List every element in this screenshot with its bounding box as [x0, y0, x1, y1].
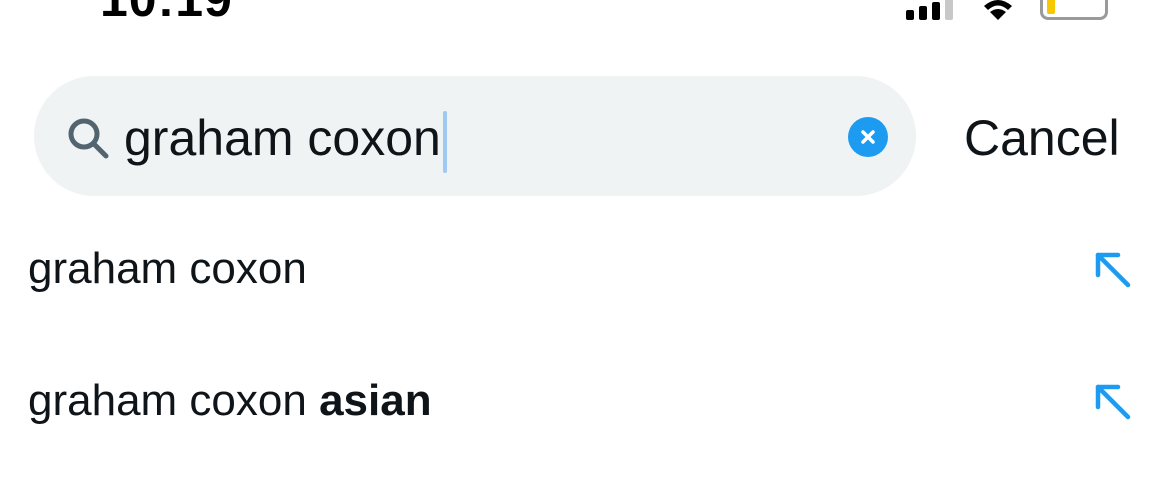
search-input-value: graham coxon	[124, 110, 441, 166]
status-time: 10:19	[100, 0, 233, 24]
search-suggestion[interactable]: graham coxon	[0, 205, 1169, 335]
suggestion-label: graham coxon asian	[28, 369, 432, 433]
arrow-up-left-icon[interactable]	[1092, 249, 1132, 289]
cellular-signal-icon	[906, 0, 953, 20]
search-icon	[68, 118, 109, 159]
search-suggestion[interactable]: graham coxon asian	[0, 337, 1169, 467]
clear-search-button[interactable]	[848, 117, 888, 157]
battery-level	[1047, 0, 1055, 14]
battery-icon	[1040, 0, 1108, 20]
suggestion-suffix: asian	[319, 376, 432, 425]
search-input[interactable]: graham coxon	[124, 104, 447, 173]
wifi-icon	[984, 0, 1012, 20]
suggestion-prefix: graham coxon	[28, 376, 320, 425]
arrow-up-left-icon[interactable]	[1092, 381, 1132, 421]
cancel-button[interactable]: Cancel	[964, 104, 1120, 172]
text-caret	[442, 110, 447, 173]
clear-x-icon	[861, 130, 875, 144]
suggestion-prefix: graham coxon	[28, 244, 307, 293]
suggestion-label: graham coxon	[28, 237, 307, 301]
